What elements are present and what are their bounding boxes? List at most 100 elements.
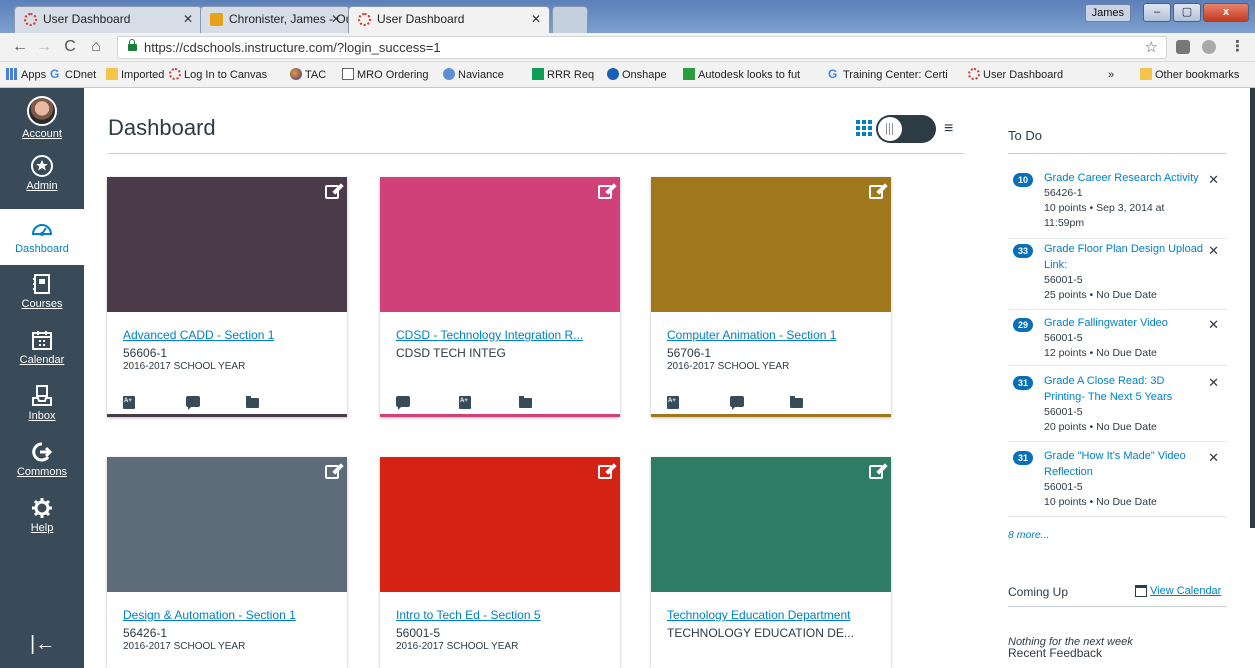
files-icon[interactable] [246,396,259,408]
bookmark-cdnet[interactable]: G CDnet [48,62,96,87]
edit-icon[interactable] [869,185,883,199]
discussions-icon[interactable] [186,396,200,410]
course-card-hero[interactable] [380,177,620,312]
collapse-nav-icon[interactable]: |← [30,633,55,656]
course-title-link[interactable]: Design & Automation - Section 1 [123,608,338,622]
card-view-icon[interactable] [856,120,872,136]
course-card[interactable]: Design & Automation - Section 1 56426-1 … [107,457,347,668]
assignments-icon[interactable] [123,396,135,409]
todo-title-link[interactable]: Grade Floor Plan Design Upload Link: [1044,241,1204,273]
course-card[interactable]: Intro to Tech Ed - Section 5 56001-5 201… [380,457,620,668]
menu-icon[interactable]: ⋮ [1230,37,1245,55]
bookmark-training[interactable]: G Training Center: Certi [826,62,948,87]
more-todos-link[interactable]: 8 more... [1008,529,1049,541]
discussions-icon[interactable] [396,396,410,410]
minimize-button[interactable]: – [1143,3,1171,22]
bookmark-other[interactable]: Other bookmarks [1138,62,1239,87]
nav-item-calendar[interactable]: Calendar [0,328,84,380]
forward-icon[interactable]: → [34,37,54,57]
window-user-badge[interactable]: James [1084,4,1131,22]
bookmark-onshape[interactable]: Onshape [605,62,667,87]
todo-title-link[interactable]: Grade Fallingwater Video [1044,315,1204,331]
files-icon[interactable] [790,396,803,408]
close-icon[interactable]: ✕ [531,7,541,32]
assignments-icon[interactable] [667,396,679,409]
extension-icon[interactable] [1202,40,1216,54]
nav-item-admin[interactable]: Admin [0,154,84,206]
dismiss-icon[interactable]: ✕ [1208,243,1219,259]
bookmarks-overflow[interactable]: » [1108,62,1114,87]
view-calendar-link[interactable]: View Calendar [1150,585,1221,597]
dismiss-icon[interactable]: ✕ [1208,450,1219,466]
nav-item-inbox[interactable]: Inbox [0,384,84,436]
browser-tab-active[interactable]: User Dashboard ✕ [348,6,550,33]
edit-icon[interactable] [325,465,339,479]
address-bar[interactable]: ☆ [117,36,1167,59]
edit-icon[interactable] [869,465,883,479]
course-title-link[interactable]: Computer Animation - Section 1 [667,328,882,342]
scrollbar[interactable] [1250,88,1255,528]
bookmark-rrr[interactable]: RRR Req [530,62,594,87]
browser-tab[interactable]: User Dashboard ✕ [14,6,202,33]
dismiss-icon[interactable]: ✕ [1208,317,1219,333]
edit-icon[interactable] [325,185,339,199]
nav-item-commons[interactable]: Commons [0,440,84,492]
close-icon[interactable]: ✕ [331,7,341,32]
maximize-button[interactable]: ▢ [1173,3,1201,22]
close-icon[interactable]: ✕ [183,7,193,32]
url-input[interactable] [144,39,1124,56]
nav-item-dashboard[interactable]: Dashboard [0,209,84,265]
bookmark-user-dashboard[interactable]: User Dashboard [966,62,1063,87]
course-card-hero[interactable] [651,177,891,312]
bookmark-apps[interactable]: Apps [4,62,46,87]
bookmark-mro[interactable]: MRO Ordering [340,62,429,87]
browser-tab[interactable]: Chronister, James - Outlo ✕ [200,6,350,33]
dismiss-icon[interactable]: ✕ [1208,375,1219,391]
course-title-link[interactable]: Technology Education Department [667,608,882,622]
course-color-bar [107,414,347,417]
todo-divider [1008,153,1227,154]
course-card[interactable]: Technology Education Department TECHNOLO… [651,457,891,668]
todo-title-link[interactable]: Grade Career Research Activity [1044,170,1204,186]
course-title-link[interactable]: CDSD - Technology Integration R... [396,328,611,342]
course-card[interactable]: Advanced CADD - Section 1 56606-1 2016-2… [107,177,347,417]
naviance-icon [443,68,455,80]
nav-item-account[interactable]: Account [0,96,84,152]
bookmark-imported[interactable]: Imported [104,62,164,87]
discussions-icon[interactable] [730,396,744,410]
bookmark-tac[interactable]: TAC [288,62,326,87]
course-card-hero[interactable] [380,457,620,592]
files-icon[interactable] [519,396,532,408]
edit-icon[interactable] [598,465,612,479]
bookmark-autodesk[interactable]: Autodesk looks to fut [681,62,800,87]
course-card-hero[interactable] [651,457,891,592]
nav-item-help[interactable]: Help [0,496,84,548]
course-code: 56426-1 [123,626,168,640]
reload-icon[interactable]: C [60,37,80,57]
title-divider [108,153,964,154]
course-card-hero[interactable] [107,457,347,592]
course-card-hero[interactable] [107,177,347,312]
home-icon[interactable]: ⌂ [86,37,106,57]
course-color-bar [380,414,620,417]
document-icon [342,68,354,80]
view-toggle[interactable] [876,115,936,143]
bookmark-canvas-login[interactable]: Log In to Canvas [167,62,267,87]
todo-title-link[interactable]: Grade "How It's Made" Video Reflection [1044,448,1204,480]
back-icon[interactable]: ← [10,37,30,57]
bookmark-star-icon[interactable]: ☆ [1145,38,1158,56]
bookmark-naviance[interactable]: Naviance [441,62,504,87]
course-card[interactable]: CDSD - Technology Integration R... CDSD … [380,177,620,417]
course-title-link[interactable]: Intro to Tech Ed - Section 5 [396,608,611,622]
todo-title-link[interactable]: Grade A Close Read: 3D Printing- The Nex… [1044,373,1204,405]
dismiss-icon[interactable]: ✕ [1208,172,1219,188]
edit-icon[interactable] [598,185,612,199]
list-view-icon[interactable]: ≡ [944,120,953,138]
course-title-link[interactable]: Advanced CADD - Section 1 [123,328,338,342]
assignments-icon[interactable] [459,396,471,409]
new-tab-button[interactable] [552,6,588,33]
course-card[interactable]: Computer Animation - Section 1 56706-1 2… [651,177,891,417]
extension-icon[interactable] [1176,40,1190,54]
close-window-button[interactable]: x [1203,3,1249,22]
nav-item-courses[interactable]: Courses [0,272,84,324]
